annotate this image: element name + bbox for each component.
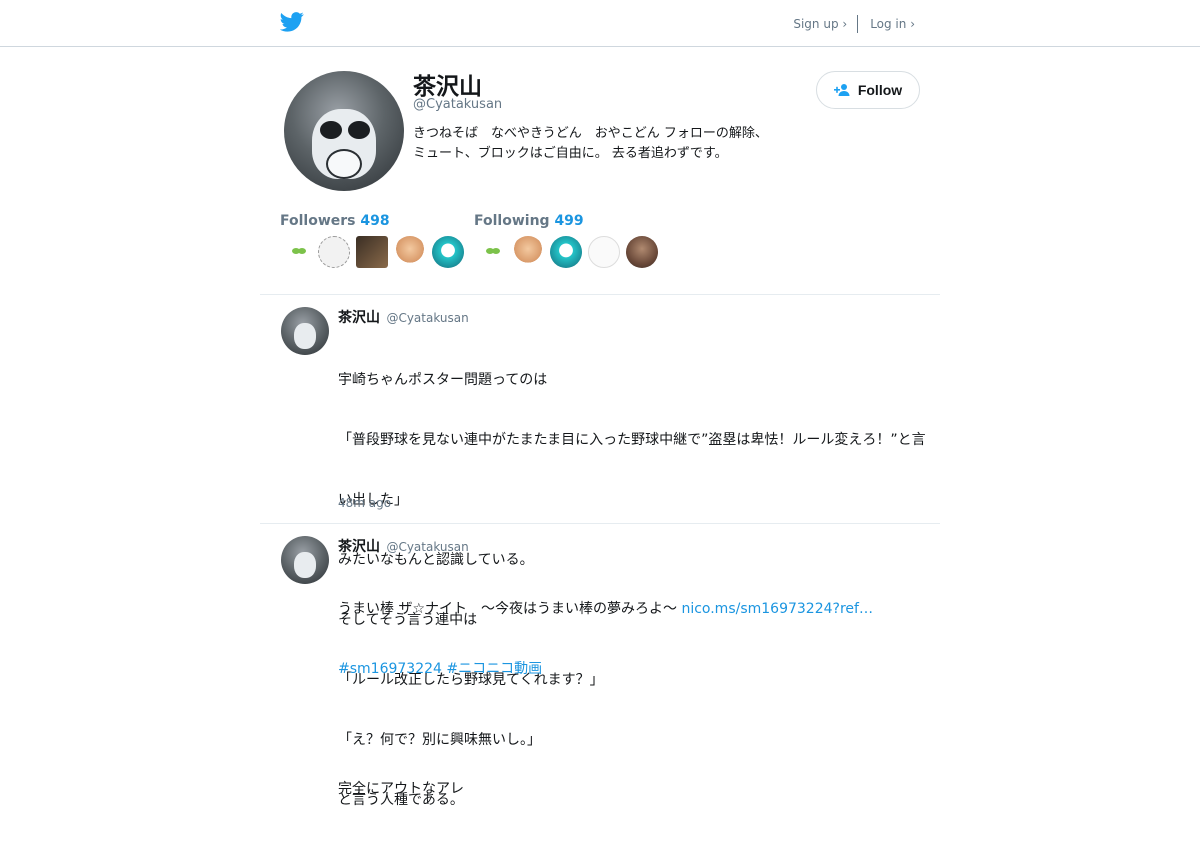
- profile-handle: @Cyatakusan: [413, 97, 503, 112]
- follow-label: Follow: [857, 82, 903, 98]
- follower-avatar[interactable]: [318, 236, 350, 268]
- profile-bio: きつねそば なべやきうどん おやこどん フォローの解除、 ミュート、ブロックはご…: [413, 124, 813, 164]
- tweet-link[interactable]: nico.ms/sm16973224?ref…: [681, 601, 873, 617]
- tweet-author-handle[interactable]: @Cyatakusan: [386, 540, 468, 554]
- tweet-author-name[interactable]: 茶沢山: [338, 310, 380, 326]
- follower-avatar[interactable]: [356, 236, 388, 268]
- following-avatar[interactable]: [512, 236, 544, 268]
- tweet-author-handle[interactable]: @Cyatakusan: [386, 311, 468, 325]
- following-avatar[interactable]: [626, 236, 658, 268]
- following-avatar[interactable]: [588, 236, 620, 268]
- following-number: 499: [554, 213, 584, 229]
- follower-avatar[interactable]: [394, 236, 426, 268]
- tweet[interactable]: 茶沢山 @Cyatakusan うまい棒 ザ☆ナイト ～今夜はうまい棒の夢みろよ…: [260, 524, 940, 797]
- tweet-line: 「普段野球を見ない連中がたまたま目に入った野球中継で”盗塁は卑怯！ルール変えろ！…: [338, 432, 926, 448]
- follow-button[interactable]: Follow: [816, 71, 920, 109]
- tweet-header: 茶沢山 @Cyatakusan: [338, 307, 469, 327]
- follower-avatar[interactable]: [432, 236, 464, 268]
- tweet-text: うまい棒 ザ☆ナイト ～今夜はうまい棒の夢みろよ～ nico.ms/sm1697…: [338, 559, 928, 839]
- tweet-line: 宇崎ちゃんポスター問題ってのは: [338, 372, 548, 388]
- tweet-line: い出した」: [338, 492, 408, 508]
- followers-thumbnails: [280, 236, 470, 268]
- profile-name: 茶沢山: [413, 74, 482, 100]
- following-avatar[interactable]: [550, 236, 582, 268]
- add-user-icon: [833, 84, 850, 96]
- hashtag-link[interactable]: #sm16973224: [338, 661, 442, 677]
- auth-nav: Sign up › Log in ›: [793, 15, 915, 33]
- followers-count-link[interactable]: Followers 498: [280, 213, 390, 229]
- bio-line: ミュート、ブロックはご自由に。 去る者追わずです。: [413, 146, 728, 161]
- tweet-header: 茶沢山 @Cyatakusan: [338, 536, 469, 556]
- twitter-bird-icon[interactable]: [279, 11, 304, 33]
- following-count-link[interactable]: Following 499: [474, 213, 584, 229]
- signup-link[interactable]: Sign up ›: [793, 17, 847, 31]
- bio-line: きつねそば なべやきうどん おやこどん フォローの解除、: [413, 126, 768, 141]
- tweet-avatar[interactable]: [281, 536, 329, 584]
- following-thumbnails: [474, 236, 664, 268]
- tweet-line: 完全にアウトなアレ: [338, 781, 464, 797]
- hashtag-link[interactable]: #ニコニコ動画: [446, 661, 542, 677]
- tweet-line: #sm16973224 #ニコニコ動画: [338, 659, 928, 679]
- main-column: 茶沢山 @Cyatakusan きつねそば なべやきうどん おやこどん フォロー…: [260, 47, 940, 808]
- followers-label: Followers: [280, 213, 356, 229]
- profile-card: 茶沢山 @Cyatakusan きつねそば なべやきうどん おやこどん フォロー…: [260, 47, 940, 295]
- tweet-line: うまい棒 ザ☆ナイト ～今夜はうまい棒の夢みろよ～ nico.ms/sm1697…: [338, 599, 928, 619]
- nav-divider: [857, 15, 859, 33]
- follower-avatar[interactable]: [280, 236, 312, 268]
- login-link[interactable]: Log in ›: [870, 17, 915, 31]
- following-label: Following: [474, 213, 550, 229]
- tweet-author-name[interactable]: 茶沢山: [338, 539, 380, 555]
- followers-number: 498: [360, 213, 390, 229]
- tweet-timestamp[interactable]: 48m ago: [338, 496, 391, 510]
- tweet-line-text: うまい棒 ザ☆ナイト ～今夜はうまい棒の夢みろよ～: [338, 601, 682, 617]
- tweet[interactable]: 茶沢山 @Cyatakusan 宇崎ちゃんポスター問題ってのは 「普段野球を見な…: [260, 295, 940, 808]
- tweet-avatar[interactable]: [281, 307, 329, 355]
- profile-avatar[interactable]: [284, 71, 404, 191]
- following-avatar[interactable]: [474, 236, 506, 268]
- top-bar: Sign up › Log in ›: [0, 0, 1200, 47]
